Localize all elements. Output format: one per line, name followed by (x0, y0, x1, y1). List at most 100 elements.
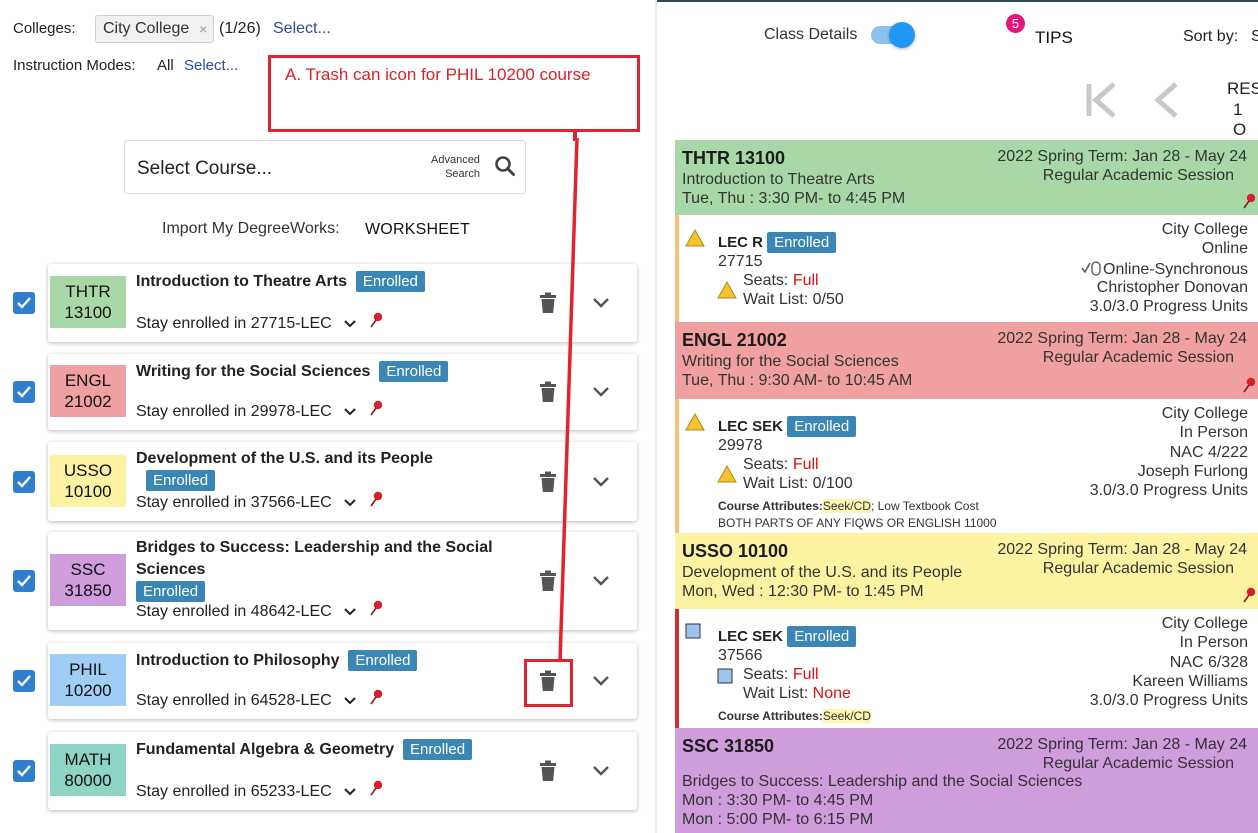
previous-page-icon[interactable] (1152, 80, 1180, 120)
enrolled-badge: Enrolled (767, 232, 837, 253)
section-term: 2022 Spring Term: Jan 28 - May 24 (997, 148, 1247, 165)
search-icon[interactable] (494, 155, 516, 177)
wait-list-label: Wait List: (743, 291, 809, 308)
course-checkbox[interactable] (13, 760, 35, 782)
expand-chevron-icon[interactable] (591, 674, 611, 688)
enrolled-badge: Enrolled (787, 416, 857, 437)
course-title: Development of the U.S. and its People (136, 450, 433, 467)
checkmark-icon (17, 675, 31, 687)
schedule-section[interactable]: SSC 31850 2022 Spring Term: Jan 28 - May… (675, 728, 1258, 833)
class-number: 29978 (718, 437, 763, 454)
pin-icon[interactable] (369, 491, 383, 507)
course-checkbox[interactable] (13, 470, 35, 493)
checkmark-icon (17, 475, 31, 488)
section-component: LEC SEK (718, 418, 784, 435)
pin-icon[interactable] (369, 780, 383, 796)
course-checkbox[interactable] (13, 670, 35, 692)
course-code-box: MATH 80000 (50, 744, 126, 796)
section-term: 2022 Spring Term: Jan 28 - May 24 (997, 736, 1247, 753)
class-details-toggle-knob[interactable] (889, 22, 915, 48)
advanced-search-line2: Search (445, 168, 480, 180)
section-header: ENGL 21002 2022 Spring Term: Jan 28 - Ma… (675, 322, 1258, 399)
section-term: 2022 Spring Term: Jan 28 - May 24 (997, 541, 1247, 558)
pin-icon[interactable] (369, 312, 383, 328)
pin-icon[interactable] (1242, 377, 1256, 393)
pin-icon[interactable] (369, 689, 383, 705)
advanced-search-link[interactable]: Advanced Search (431, 153, 480, 181)
advanced-search-line1: Advanced (431, 154, 480, 166)
instruction-modes-value: All (157, 57, 174, 74)
first-page-icon[interactable] (1084, 80, 1118, 120)
pin-icon[interactable] (1242, 193, 1256, 209)
expand-chevron-icon[interactable] (591, 574, 611, 588)
college-chip[interactable]: City College × (95, 15, 215, 43)
stay-enrolled-text: Stay enrolled in 37566-LEC (136, 494, 332, 511)
class-number: 27715 (718, 253, 763, 270)
section-college: City College (1161, 405, 1248, 422)
course-checkbox[interactable] (13, 292, 35, 314)
stay-enrolled-text: Stay enrolled in 48642-LEC (136, 603, 332, 620)
expand-chevron-icon[interactable] (591, 296, 611, 310)
course-card[interactable]: MATH 80000 Fundamental Algebra & Geometr… (48, 732, 637, 810)
schedule-section[interactable]: THTR 13100 2022 Spring Term: Jan 28 - Ma… (675, 140, 1258, 322)
colleges-select-link[interactable]: Select... (273, 20, 331, 38)
course-code-box: SSC 31850 (50, 554, 126, 606)
tips-button[interactable]: TIPS (1035, 28, 1073, 48)
section-time: Mon : 5:00 PM- to 6:15 PM (682, 811, 874, 828)
section-code: SSC 31850 (682, 736, 775, 756)
annotation-pointer-line (558, 138, 579, 662)
section-time: Tue, Thu : 9:30 AM- to 10:45 AM (682, 372, 913, 389)
course-search-input[interactable]: Select Course... (137, 158, 272, 180)
schedule-section[interactable]: ENGL 21002 2022 Spring Term: Jan 28 - Ma… (675, 322, 1258, 533)
course-title: Bridges to Success: Leadership and the S… (136, 539, 493, 556)
instruction-modes-select-link[interactable]: Select... (184, 57, 238, 74)
section-time: Mon : 3:30 PM- to 4:45 PM (682, 792, 874, 809)
section-time: Mon, Wed : 12:30 PM- to 1:45 PM (682, 583, 924, 600)
expand-chevron-icon[interactable] (591, 385, 611, 399)
expand-chevron-icon[interactable] (591, 475, 611, 489)
section-dropdown-icon[interactable] (344, 499, 356, 507)
expand-chevron-icon[interactable] (591, 764, 611, 778)
course-attribute-extra: ; Low Textbook Cost (870, 499, 979, 513)
course-number: 10200 (64, 681, 112, 700)
course-attribute-seek: Seek/CD (822, 499, 871, 513)
warning-icon (685, 412, 705, 431)
section-header: USSO 10100 2022 Spring Term: Jan 28 - Ma… (675, 533, 1258, 609)
course-code-box: USSO 10100 (50, 454, 126, 507)
trash-icon[interactable] (539, 760, 557, 782)
section-room: Online-Synchronous (1103, 261, 1248, 278)
section-details: LEC SEK Enrolled 37566 Seats: Full Wait … (675, 609, 1258, 728)
pin-icon[interactable] (369, 400, 383, 416)
section-dropdown-icon[interactable] (344, 697, 356, 705)
wait-list-label: Wait List: (743, 475, 809, 492)
course-checkbox[interactable] (13, 570, 35, 592)
course-title: Fundamental Algebra & Geometry (136, 741, 395, 758)
pin-icon[interactable] (369, 600, 383, 616)
checkmark-icon (17, 297, 31, 309)
wait-list-value: None (812, 685, 851, 702)
course-number: 21002 (64, 392, 112, 411)
tips-count-badge: 5 (1006, 14, 1025, 33)
course-checkbox[interactable] (13, 381, 35, 403)
colleges-label: Colleges: (13, 20, 76, 37)
online-icon (1081, 261, 1101, 276)
course-attribute-line2: BOTH PARTS OF ANY FIQWS OR ENGLISH 11000 (718, 516, 997, 530)
section-name: Bridges to Success: Leadership and the S… (682, 773, 1083, 790)
annotation-box: A. Trash can icon for PHIL 10200 course (268, 55, 640, 132)
remove-chip-icon[interactable]: × (199, 16, 207, 42)
schedule-section[interactable]: USSO 10100 2022 Spring Term: Jan 28 - Ma… (675, 533, 1258, 728)
course-code-box: THTR 13100 (50, 276, 126, 328)
section-dropdown-icon[interactable] (344, 408, 356, 416)
panel-divider (655, 0, 657, 833)
pin-icon[interactable] (1242, 587, 1256, 603)
section-dropdown-icon[interactable] (344, 788, 356, 796)
course-attributes-label: Course Attributes: (718, 499, 823, 513)
section-dropdown-icon[interactable] (344, 608, 356, 616)
sort-by-select[interactable]: S (1251, 28, 1258, 46)
course-title: Writing for the Social Sciences (136, 363, 371, 380)
section-name: Writing for the Social Sciences (682, 353, 899, 370)
section-session: Regular Academic Session (1042, 349, 1234, 366)
worksheet-link[interactable]: WORKSHEET (365, 221, 470, 239)
course-search[interactable]: Select Course... Advanced Search (124, 140, 526, 194)
section-dropdown-icon[interactable] (344, 320, 356, 328)
